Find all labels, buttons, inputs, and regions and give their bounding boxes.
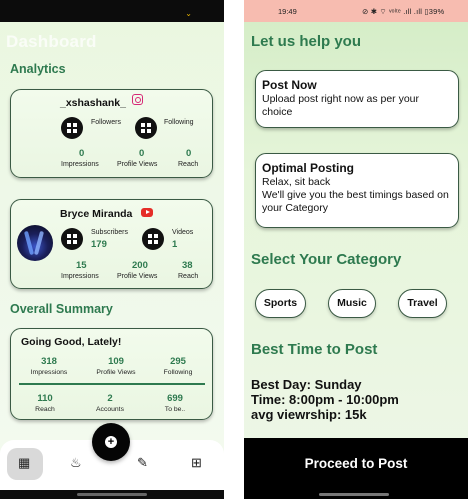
- page-title: Dashboard: [6, 32, 97, 51]
- subscribers-label: Subscribers: [91, 229, 128, 236]
- best-time-text: Time: 8:00pm - 10:00pm: [251, 392, 399, 407]
- instagram-profile-views-value: 0: [139, 148, 145, 159]
- reach-label: Reach: [178, 273, 199, 280]
- nav-dashboard-button[interactable]: ▦: [7, 448, 43, 480]
- summary-to-be-value: 699: [167, 393, 183, 404]
- home-indicator: [244, 490, 468, 499]
- plus-icon: +: [105, 436, 117, 448]
- summary-reach-value: 110: [37, 393, 53, 404]
- instagram-username: _xshashank_: [60, 97, 126, 109]
- post-now-description: Upload post right now as per your choice: [262, 93, 420, 118]
- summary-impressions-label: Impressions: [30, 369, 68, 376]
- grid-icon[interactable]: ⊞: [191, 455, 202, 471]
- impressions-label: Impressions: [61, 273, 99, 280]
- category-heading: Select Your Category: [251, 251, 402, 268]
- summary-heading: Overall Summary: [10, 302, 113, 316]
- optimal-posting-card[interactable]: Optimal Posting Relax, sit back We'll gi…: [255, 153, 459, 228]
- videos-label: Videos: [172, 229, 194, 236]
- instagram-analytics-card[interactable]: _xshashank_ Followers Following 0 0 0 Im…: [10, 89, 213, 178]
- youtube-icon: [141, 208, 153, 217]
- summary-profile-views-label: Profile Views: [96, 369, 136, 376]
- summary-reach-label: Reach: [35, 406, 55, 413]
- status-bar: 19:49 ⊘ ✱ ⌔ ᵛᵒˡᵗᵉ .ıll .ıll ▯39%: [244, 0, 468, 22]
- optimal-posting-line1: Relax, sit back: [262, 176, 331, 188]
- chevron-down-icon[interactable]: ⌄: [185, 9, 192, 18]
- instagram-reach-value: 0: [186, 148, 192, 159]
- dashboard-icon: ▦: [18, 455, 31, 470]
- videos-value: 1: [172, 239, 178, 250]
- instagram-icon: [132, 94, 143, 105]
- optimal-posting-title: Optimal Posting: [262, 161, 355, 175]
- subscribers-icon: [61, 228, 83, 250]
- following-icon: [135, 117, 157, 139]
- best-time-heading: Best Time to Post: [251, 341, 378, 358]
- overall-summary-card[interactable]: Going Good, Lately! 318 109 295 Impressi…: [10, 328, 213, 420]
- videos-icon: [142, 228, 164, 250]
- youtube-analytics-card[interactable]: Bryce Miranda Subscribers 179 Videos 1 1…: [10, 199, 213, 289]
- summary-profile-views-value: 109: [108, 356, 124, 367]
- analytics-heading: Analytics: [10, 62, 66, 76]
- post-planner-screen: 19:49 ⊘ ✱ ⌔ ᵛᵒˡᵗᵉ .ıll .ıll ▯39% Let us …: [244, 0, 468, 499]
- fire-icon[interactable]: ♨: [70, 455, 82, 471]
- post-now-card[interactable]: Post Now Upload post right now as per yo…: [255, 70, 459, 128]
- optimal-posting-line2: We'll give you the best timings based on…: [262, 189, 449, 214]
- youtube-impressions-value: 15: [76, 260, 87, 271]
- summary-following-label: Following: [163, 369, 193, 376]
- instagram-impressions-value: 0: [79, 148, 85, 159]
- profile-views-label: Profile Views: [117, 273, 158, 280]
- summary-accounts-label: Accounts: [96, 406, 124, 413]
- summary-accounts-value: 2: [107, 393, 113, 404]
- dashboard-screen: ⌄ Dashboard Analytics _xshashank_ Follow…: [0, 0, 224, 499]
- top-bar: ⌄: [0, 0, 224, 22]
- youtube-reach-value: 38: [182, 260, 193, 271]
- summary-title: Going Good, Lately!: [21, 336, 122, 348]
- summary-impressions-value: 318: [41, 356, 57, 367]
- status-time: 19:49: [278, 7, 297, 16]
- status-indicators: ⊘ ✱ ⌔ ᵛᵒˡᵗᵉ .ıll .ıll ▯39%: [362, 7, 445, 16]
- profile-views-label: Profile Views: [117, 161, 158, 168]
- following-label: Following: [164, 119, 194, 126]
- impressions-label: Impressions: [61, 161, 99, 168]
- youtube-profile-views-value: 200: [132, 260, 148, 271]
- create-post-button[interactable]: +: [92, 423, 130, 461]
- proceed-to-post-button[interactable]: Proceed to Post: [244, 438, 468, 490]
- home-indicator: [0, 490, 224, 499]
- avg-viewership-text: avg viewrship: 15k: [251, 407, 367, 422]
- category-music-button[interactable]: Music: [328, 289, 376, 318]
- followers-label: Followers: [91, 119, 121, 126]
- avatar: [17, 225, 53, 261]
- youtube-channel-name: Bryce Miranda: [60, 208, 133, 220]
- summary-divider: [19, 383, 205, 385]
- post-now-title: Post Now: [262, 78, 317, 92]
- summary-following-value: 295: [170, 356, 186, 367]
- category-sports-button[interactable]: Sports: [255, 289, 306, 318]
- followers-icon: [61, 117, 83, 139]
- subscribers-value: 179: [91, 239, 107, 250]
- summary-to-be-label: To be..: [164, 406, 186, 413]
- help-heading: Let us help you: [251, 33, 362, 50]
- reach-label: Reach: [178, 161, 199, 168]
- category-travel-button[interactable]: Travel: [398, 289, 447, 318]
- magic-wand-icon[interactable]: ✎: [137, 455, 148, 471]
- best-day-text: Best Day: Sunday: [251, 377, 362, 392]
